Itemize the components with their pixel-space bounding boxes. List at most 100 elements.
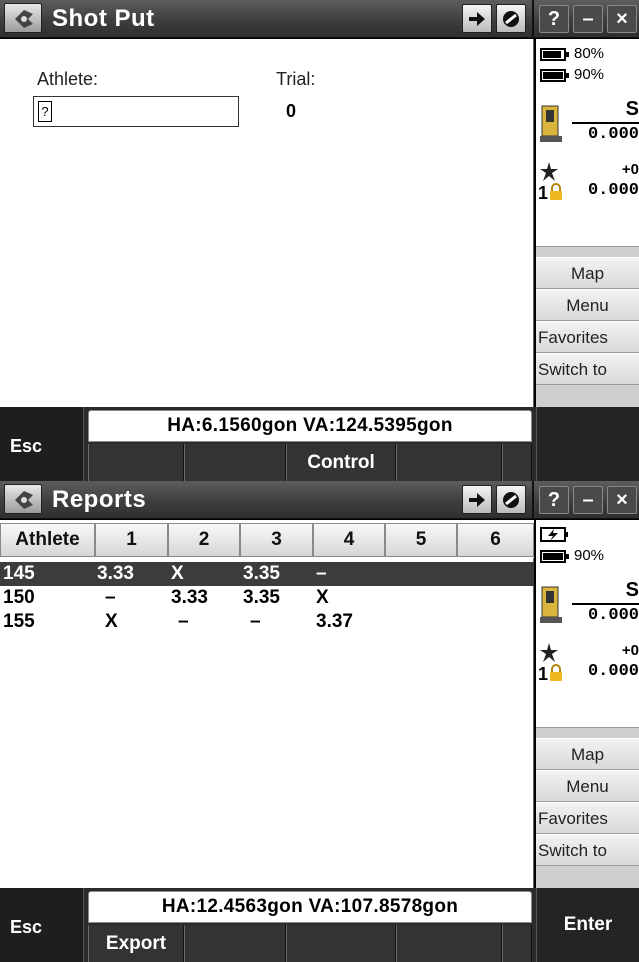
- cell-trial-1: X: [105, 611, 118, 632]
- instrument-status[interactable]: S 0.000: [536, 98, 639, 148]
- arrow-right-icon[interactable]: [462, 4, 492, 33]
- column-header-5[interactable]: 5: [385, 523, 457, 557]
- lock-icon: [550, 183, 562, 200]
- column-header-athlete[interactable]: Athlete: [0, 523, 95, 557]
- favorites-button[interactable]: Favorites: [536, 802, 639, 834]
- softkey-3[interactable]: [286, 925, 396, 962]
- cell-athlete: 150: [3, 587, 35, 608]
- cell-trial-3: 3.35: [243, 587, 280, 608]
- athlete-input[interactable]: ?: [33, 96, 239, 127]
- prism-icon: [540, 643, 558, 662]
- trial-label: Trial:: [276, 69, 316, 89]
- cell-trial-2: 3.33: [171, 587, 208, 608]
- battery-icon: [540, 48, 569, 61]
- map-button[interactable]: Map: [536, 257, 639, 289]
- title-bar: Reports ? – ×: [0, 481, 639, 519]
- trial-value: 0: [286, 101, 297, 121]
- switch-to-button[interactable]: Switch to: [536, 834, 639, 866]
- esc-button[interactable]: Esc: [0, 888, 84, 962]
- switch-to-button[interactable]: Switch to: [536, 353, 639, 385]
- help-button[interactable]: ?: [539, 486, 569, 514]
- favorites-button[interactable]: Favorites: [536, 321, 639, 353]
- cell-trial-2: –: [178, 611, 189, 632]
- angle-status: HA:12.4563gon VA:107.8578gon: [88, 891, 532, 923]
- table-row[interactable]: 145 3.33 X 3.35 –: [0, 562, 534, 586]
- menu-button[interactable]: Menu: [536, 770, 639, 802]
- column-header-2[interactable]: 2: [168, 523, 240, 557]
- softkey-2[interactable]: [184, 925, 286, 962]
- app-logo-icon[interactable]: [4, 484, 42, 514]
- table-row[interactable]: 150 – 3.33 3.35 X: [0, 586, 534, 610]
- title-separator: [532, 0, 534, 38]
- instrument-icon: [540, 105, 562, 142]
- enter-button[interactable]: Enter: [536, 888, 639, 962]
- lock-icon: [550, 664, 562, 681]
- softkey-5[interactable]: [502, 444, 532, 481]
- cell-trial-4: X: [316, 587, 329, 608]
- bottom-bar: Esc HA:12.4563gon VA:107.8578gon Export …: [0, 888, 639, 962]
- title-bar: Shot Put ? – ×: [0, 0, 639, 38]
- cell-trial-1: 3.33: [97, 563, 134, 584]
- cell-athlete: 145: [3, 563, 35, 584]
- column-header-1[interactable]: 1: [95, 523, 168, 557]
- battery-2[interactable]: 90%: [540, 66, 639, 86]
- softkey-5[interactable]: [502, 925, 532, 962]
- close-button[interactable]: ×: [607, 5, 637, 33]
- sidebar-buttons: Map Menu Favorites Switch to: [536, 727, 639, 888]
- bottom-bar: Esc HA:6.1560gon VA:124.5395gon Control: [0, 407, 639, 481]
- softkey-4[interactable]: [396, 444, 502, 481]
- close-button[interactable]: ×: [607, 486, 637, 514]
- esc-button[interactable]: Esc: [0, 407, 84, 481]
- minimize-button[interactable]: –: [573, 486, 603, 514]
- instrument-divider: [572, 122, 639, 124]
- column-header-4[interactable]: 4: [313, 523, 385, 557]
- battery-1[interactable]: 80%: [540, 45, 639, 65]
- column-header-6[interactable]: 6: [457, 523, 534, 557]
- status-sidebar: 90% S 0.000 +0 1 0.000 Map Menu Favorite…: [536, 520, 639, 888]
- cell-trial-1: –: [105, 587, 116, 608]
- input-mode-icon: ?: [38, 101, 52, 122]
- menu-button[interactable]: Menu: [536, 289, 639, 321]
- battery-2[interactable]: 90%: [540, 547, 639, 567]
- target-status[interactable]: +0 1 0.000: [536, 161, 639, 205]
- instrument-status[interactable]: S 0.000: [536, 579, 639, 629]
- battery-1[interactable]: [540, 526, 639, 546]
- instrument-icon: [540, 586, 562, 623]
- cell-trial-3: 3.35: [243, 563, 280, 584]
- shotput-window: Shot Put ? – × Athlete: ? Trial: 0 80% 9…: [0, 0, 639, 481]
- arrow-right-icon[interactable]: [462, 485, 492, 514]
- prism-icon: [540, 162, 558, 181]
- softkey-2[interactable]: [184, 444, 286, 481]
- minimize-button[interactable]: –: [573, 5, 603, 33]
- app-logo-icon[interactable]: [4, 3, 42, 33]
- target-status[interactable]: +0 1 0.000: [536, 642, 639, 686]
- sidebar-buttons: Map Menu Favorites Switch to: [536, 246, 639, 407]
- cell-trial-4: –: [316, 563, 327, 584]
- battery-icon: [540, 550, 569, 563]
- control-button[interactable]: Control: [286, 444, 396, 481]
- table-header: Athlete 1 2 3 4 5 6: [0, 520, 534, 558]
- cell-trial-4: 3.37: [316, 611, 353, 632]
- battery-charging-icon: [540, 527, 568, 542]
- column-header-3[interactable]: 3: [240, 523, 313, 557]
- softkey-4[interactable]: [396, 925, 502, 962]
- cell-trial-2: X: [171, 563, 184, 584]
- reports-window: Reports ? – × Athlete 1 2 3 4 5 6 145 3.…: [0, 481, 639, 962]
- shotput-form: Athlete: ? Trial: 0: [0, 39, 534, 407]
- right-softkey[interactable]: [536, 407, 639, 481]
- map-button[interactable]: Map: [536, 738, 639, 770]
- window-title: Reports: [52, 486, 147, 513]
- cell-trial-3: –: [250, 611, 261, 632]
- athlete-label: Athlete:: [37, 69, 99, 89]
- stop-icon[interactable]: [496, 485, 526, 514]
- angle-status: HA:6.1560gon VA:124.5395gon: [88, 410, 532, 442]
- help-button[interactable]: ?: [539, 5, 569, 33]
- table-row[interactable]: 155 X – – 3.37: [0, 610, 534, 634]
- instrument-divider: [572, 603, 639, 605]
- softkey-1[interactable]: [88, 444, 184, 481]
- reports-table: Athlete 1 2 3 4 5 6 145 3.33 X 3.35 – 15…: [0, 520, 534, 888]
- stop-icon[interactable]: [496, 4, 526, 33]
- battery-icon: [540, 69, 569, 82]
- export-button[interactable]: Export: [88, 925, 184, 962]
- window-title: Shot Put: [52, 5, 155, 32]
